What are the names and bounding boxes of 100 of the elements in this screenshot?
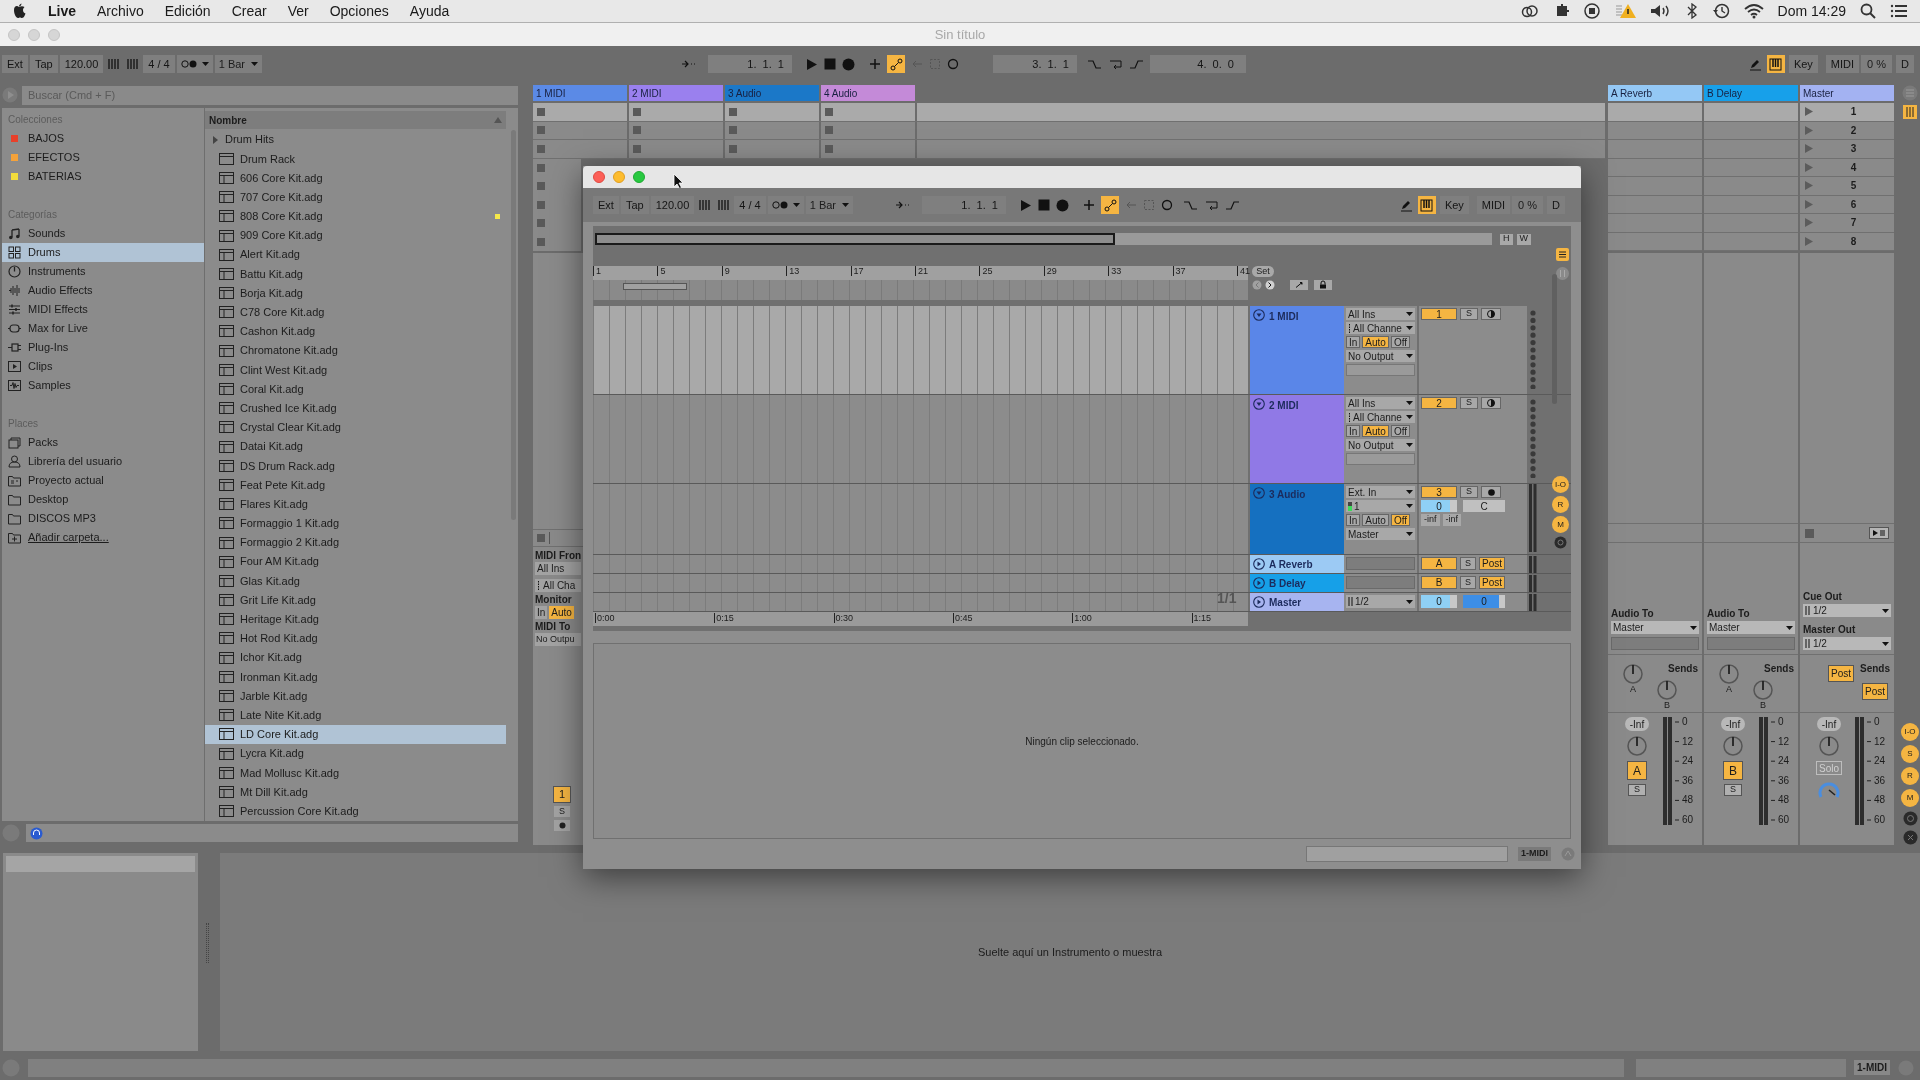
track-header[interactable]: A Reverb	[1608, 85, 1702, 101]
follow-icon[interactable]	[681, 58, 696, 70]
send-knob[interactable]	[1718, 663, 1740, 685]
track-activator-button[interactable]: B	[1723, 761, 1743, 780]
file-item[interactable]: Clint West Kit.adg	[205, 360, 506, 380]
add-folder-link[interactable]: Añadir carpeta...	[28, 529, 109, 546]
file-item[interactable]: DS Drum Rack.adg	[205, 456, 506, 476]
menu-item[interactable]: Edición	[164, 0, 211, 22]
solo-button[interactable]: S	[554, 806, 570, 817]
clip-stop-slot[interactable]	[1704, 523, 1798, 543]
loop-button[interactable]	[1108, 57, 1123, 71]
play-button[interactable]	[1020, 198, 1032, 212]
tempo-field[interactable]: 120.00	[59, 55, 104, 73]
post-toggle[interactable]: Post	[1862, 683, 1888, 700]
file-item[interactable]: Battu Kit.adg	[205, 264, 506, 284]
midi-button[interactable]: MIDI	[1476, 196, 1511, 214]
record-button[interactable]	[842, 57, 855, 71]
punch-out-button[interactable]	[1129, 57, 1144, 71]
window-control-button[interactable]	[28, 29, 40, 41]
place-item[interactable]: Librería del usuario	[28, 453, 123, 470]
volume-field[interactable]: -Inf	[1720, 717, 1746, 731]
window-control-button[interactable]	[8, 29, 20, 41]
output-field[interactable]	[1346, 557, 1415, 570]
stop-button[interactable]	[824, 58, 836, 70]
crossfader-toggle-icon[interactable]	[1902, 830, 1918, 845]
back-to-arrangement-button[interactable]	[1125, 199, 1137, 211]
loop-length-field[interactable]: 4. 0. 0	[1150, 55, 1246, 73]
time-signature-field[interactable]: 4 / 4	[143, 55, 175, 73]
track-lane[interactable]	[593, 555, 1248, 573]
menu-item[interactable]: Opciones	[329, 0, 389, 22]
nudge-down-icon[interactable]	[698, 199, 712, 211]
clip-slot[interactable]	[533, 140, 627, 158]
menu-item[interactable]: Crear	[231, 0, 267, 22]
output-chooser[interactable]: No Outpu	[535, 633, 581, 646]
view-toggle-button[interactable]: I-O	[1552, 476, 1569, 493]
mixer-view-icon[interactable]	[1903, 105, 1917, 119]
view-toggle-button[interactable]: I-O	[1901, 723, 1919, 742]
clip-slot[interactable]	[821, 103, 915, 121]
volume-icon[interactable]	[1649, 3, 1672, 19]
file-item[interactable]: Mad Mollusc Kit.adg	[205, 763, 506, 783]
send-knob[interactable]	[1656, 679, 1678, 701]
midi-indicator-icon[interactable]	[1561, 847, 1575, 861]
solo-button[interactable]: S	[1460, 486, 1478, 498]
view-toggle-button[interactable]: M	[1901, 789, 1919, 807]
input-channel-chooser[interactable]: 1	[1346, 500, 1415, 512]
file-item[interactable]: Hot Rod Kit.adg	[205, 628, 506, 649]
nudge-down-icon[interactable]	[107, 58, 121, 70]
follow-icon[interactable]	[895, 199, 910, 211]
clip-slot-toggle-button[interactable]	[1481, 308, 1501, 320]
session-view-icon[interactable]	[1902, 85, 1918, 101]
bluetooth-icon[interactable]	[1685, 3, 1698, 19]
track-lane[interactable]	[593, 593, 1248, 611]
key-map-button[interactable]	[1766, 55, 1785, 73]
input-channel-chooser[interactable]: All Channe	[1346, 322, 1415, 334]
track-title-bar[interactable]: B Delay	[1250, 574, 1344, 592]
clip-slot[interactable]	[533, 103, 627, 121]
input-chooser[interactable]: All Ins	[535, 562, 581, 575]
input-type-chooser[interactable]: All Ins	[1346, 308, 1415, 320]
file-item[interactable]: Late Nite Kit.adg	[205, 705, 506, 725]
nudge-up-icon[interactable]	[717, 199, 731, 211]
clip-stop-icon[interactable]	[537, 107, 545, 116]
lock-icon[interactable]	[1314, 280, 1332, 290]
monitor-button[interactable]: In	[1346, 514, 1361, 526]
input-type-chooser[interactable]: All Ins	[1346, 397, 1415, 409]
file-item[interactable]: Alert Kit.adg	[205, 245, 506, 265]
input-type-chooser[interactable]: Ext. In	[1346, 486, 1415, 498]
file-item[interactable]: Drum Hits	[205, 130, 506, 150]
track-lane[interactable]	[593, 306, 1248, 394]
minimize-button[interactable]	[613, 171, 625, 183]
file-item[interactable]: Formaggio 1 Kit.adg	[205, 513, 506, 533]
expand-arrow-icon[interactable]	[211, 134, 219, 145]
clip-slot[interactable]	[1704, 214, 1798, 233]
overview-region[interactable]	[595, 233, 1115, 245]
add-folder-icon[interactable]	[8, 531, 21, 544]
stop-circle-icon[interactable]	[1583, 3, 1600, 19]
pencil-icon[interactable]	[1748, 57, 1762, 71]
file-item[interactable]: Cashon Kit.adg	[205, 321, 506, 342]
cue-out-chooser[interactable]: 1/2	[1803, 604, 1891, 617]
view-toggle-button[interactable]: R	[1901, 767, 1919, 786]
category-item[interactable]: Plug-Ins	[2, 338, 204, 357]
clip-slot[interactable]	[1608, 140, 1702, 159]
place-item[interactable]: Desktop	[28, 491, 69, 508]
file-item[interactable]: Grit Life Kit.adg	[205, 590, 506, 610]
send-knob[interactable]	[1752, 679, 1774, 701]
quantization-menu[interactable]: 1 Bar	[805, 196, 853, 214]
clip-stop-icon[interactable]	[633, 107, 641, 116]
set-button[interactable]: Set	[1252, 266, 1274, 277]
notification-list-icon[interactable]	[1890, 3, 1908, 19]
clip-slot[interactable]	[1608, 214, 1702, 233]
solo-button[interactable]: S	[1724, 784, 1742, 796]
punch-out-button[interactable]	[1225, 198, 1240, 212]
monitor-button[interactable]: Auto	[1362, 425, 1389, 437]
solo-button[interactable]: S	[1628, 784, 1646, 796]
master-output-chooser[interactable]: 1/2	[1346, 595, 1415, 608]
overdub-button[interactable]	[869, 58, 881, 70]
file-item[interactable]: Crystal Clear Kit.adg	[205, 417, 506, 437]
clip-slot[interactable]	[1704, 140, 1798, 159]
disk-overload-indicator[interactable]: D	[1896, 55, 1914, 73]
scene-slot[interactable]: 5	[1800, 177, 1894, 196]
place-item[interactable]: DISCOS MP3	[28, 510, 96, 527]
